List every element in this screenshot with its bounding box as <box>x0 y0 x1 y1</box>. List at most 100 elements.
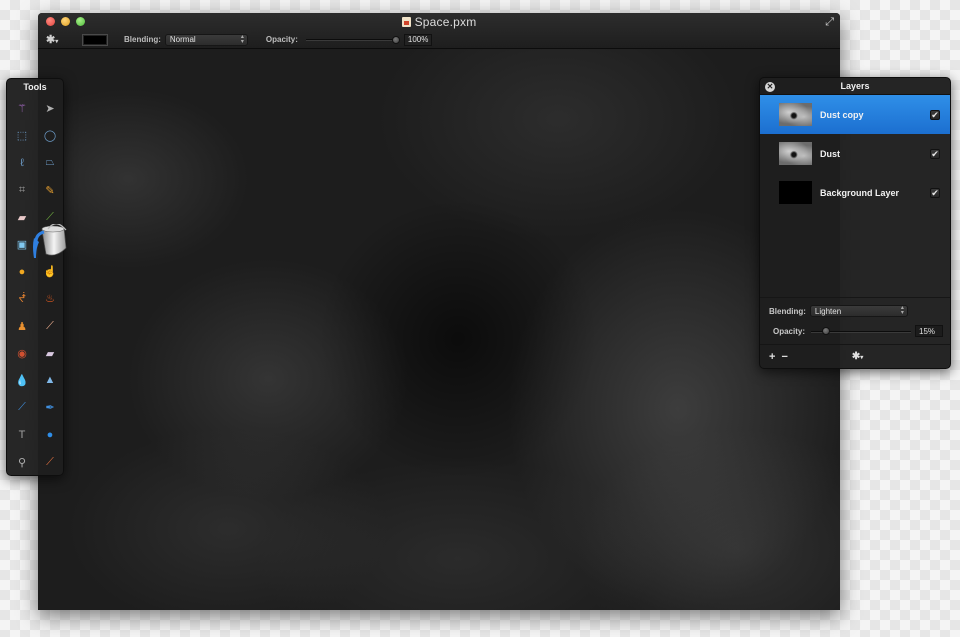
opacity-slider-track <box>305 39 396 40</box>
flame-icon: ♨ <box>45 293 55 306</box>
eyedropper-icon: ⟋ <box>46 455 54 468</box>
freeform-pen-icon: ✒ <box>45 402 55 415</box>
pen-icon: ⟋ <box>18 401 26 414</box>
layer-blending-row: Blending: Lighten ▴ ▾ <box>760 302 950 320</box>
gear-icon: ✱ <box>46 34 56 46</box>
ellipse-select-icon: ◯ <box>43 130 57 143</box>
rect-select-icon: ⬚ <box>16 130 28 143</box>
heal-icon: ⟋ <box>46 319 54 332</box>
red-eye-icon: ◉ <box>17 347 27 360</box>
layer-row[interactable]: Background Layer ✔ <box>760 173 950 212</box>
opacity-label: Opacity: <box>265 35 298 44</box>
layer-name: Dust copy <box>820 109 864 120</box>
gear-menu-button[interactable]: ✱▾ <box>46 33 66 46</box>
opacity-slider-knob[interactable] <box>391 35 400 44</box>
layer-list: Dust copy ✔ Dust ✔ Background Layer ✔ <box>760 95 950 212</box>
tool-button[interactable]: ⌗ <box>8 177 36 204</box>
layer-opacity-slider[interactable] <box>811 325 912 337</box>
layer-visibility-checkbox[interactable]: ✔ <box>930 187 940 198</box>
gear-icon: ✱ <box>851 351 861 362</box>
tool-button[interactable]: ☝ <box>36 258 64 285</box>
layers-panel-header: ✕ Layers <box>760 78 950 95</box>
layer-thumbnail <box>779 103 812 126</box>
opacity-value[interactable]: 100% <box>403 33 432 46</box>
smudge-icon: ● <box>18 265 26 278</box>
tool-button[interactable]: ▲ <box>36 367 64 394</box>
layer-row[interactable]: Dust ✔ <box>760 134 950 173</box>
tool-button[interactable]: ➤ <box>36 95 64 122</box>
tool-button[interactable]: ✎ <box>36 177 64 204</box>
text-icon: T <box>18 428 26 441</box>
tool-button[interactable]: 💧 <box>8 367 36 394</box>
tool-button[interactable]: ♨ <box>36 285 64 312</box>
tool-button[interactable]: ⚚ <box>8 95 36 122</box>
clone-stamp-icon: ♟ <box>17 320 27 333</box>
eraser-icon: ▰ <box>17 211 27 224</box>
pencil-icon: ✎ <box>45 184 55 197</box>
layer-name: Dust <box>820 148 840 159</box>
gradient-icon: ▣ <box>16 239 28 252</box>
blending-value: Normal <box>169 35 196 44</box>
layer-thumbnail <box>779 181 812 204</box>
lasso-icon: ℓ <box>20 156 24 169</box>
add-layer-button[interactable]: + <box>769 351 775 363</box>
layer-opacity-row: Opacity: 15% <box>760 322 950 340</box>
toolbar: ✱▾ Blending: Normal ▴ ▾ Opacity: 100% <box>38 31 840 48</box>
tool-button[interactable]: ⏢ <box>36 149 64 176</box>
crop-icon: ⌗ <box>18 183 26 196</box>
polygon-lasso-icon: ⏢ <box>45 156 55 169</box>
tool-button[interactable]: ✒ <box>36 394 64 421</box>
tool-button[interactable]: ⟋ <box>36 448 64 475</box>
shape-icon: ● <box>46 428 54 441</box>
layer-blending-select[interactable]: Lighten ▴ ▾ <box>809 305 908 317</box>
zoom-icon: ⚲ <box>17 456 27 469</box>
layers-panel-footer: + − ✱▾ <box>760 344 950 368</box>
blending-label: Blending: <box>124 35 161 44</box>
layer-blending-value: Lighten <box>814 306 842 316</box>
brush-icon: ⟋ <box>46 210 54 223</box>
move-icon: ➤ <box>45 103 55 116</box>
window-title: Space.pxm <box>38 15 840 29</box>
layer-properties: Blending: Lighten ▴ ▾ Opacity: 15% + − ✱▾ <box>760 297 950 368</box>
tool-button[interactable]: ▰ <box>36 340 64 367</box>
image-canvas[interactable] <box>38 49 840 610</box>
remove-layer-button[interactable]: − <box>781 351 787 363</box>
tool-button[interactable]: ◯ <box>36 122 64 149</box>
layer-opacity-value[interactable]: 15% <box>915 325 944 337</box>
document-window: Space.pxm ⤢ ✱▾ Blending: Normal ▴ ▾ Opaci… <box>38 13 840 610</box>
magic-wand-icon: ⚚ <box>17 103 27 116</box>
tool-button[interactable]: ● <box>8 258 36 285</box>
blur-icon: 💧 <box>15 374 29 387</box>
opacity-slider[interactable] <box>305 34 400 46</box>
tool-button[interactable]: ℓ <box>8 149 36 176</box>
blending-select[interactable]: Normal ▴ ▾ <box>164 33 248 46</box>
select-arrows-icon: ▴ ▾ <box>240 33 244 45</box>
tool-button[interactable]: ⬚ <box>8 122 36 149</box>
fullscreen-icon[interactable]: ⤢ <box>825 16 834 29</box>
tool-button[interactable]: ⟋ <box>36 313 64 340</box>
bg-eraser-icon: ▰ <box>45 347 55 360</box>
color-swatch[interactable] <box>82 33 108 46</box>
layer-visibility-checkbox[interactable]: ✔ <box>930 109 940 120</box>
layer-opacity-slider-knob[interactable] <box>822 327 831 335</box>
tool-button[interactable]: ᖫ <box>8 285 36 312</box>
title-bar: Space.pxm ⤢ ✱▾ Blending: Normal ▴ ▾ Opaci… <box>38 13 840 49</box>
paint-bucket-cursor-icon <box>33 224 67 258</box>
layer-visibility-checkbox[interactable]: ✔ <box>930 148 940 159</box>
tool-button[interactable]: ♟ <box>8 313 36 340</box>
layer-row[interactable]: Dust copy ✔ <box>760 95 950 134</box>
tool-button[interactable]: ⚲ <box>8 448 36 475</box>
tools-grid: ⚚ ➤ ⬚ ◯ ℓ ⏢ ⌗ ✎ ▰ ⟋ ▣ ● ☝ ᖫ ♨ ♟ ⟋ ◉ ▰ 💧 ▲ ⟋ ✒ T ● ⚲ ⟋ <box>7 95 63 476</box>
document-icon <box>401 17 411 27</box>
layer-name: Background Layer <box>820 187 900 198</box>
layer-actions-button[interactable]: ✱▾ <box>852 351 863 362</box>
select-arrows-icon: ▴ ▾ <box>900 305 904 316</box>
tool-button[interactable]: T <box>8 421 36 448</box>
tools-panel-title: Tools <box>23 82 47 92</box>
layers-panel: ✕ Layers Dust copy ✔ Dust ✔ Background Layer… <box>759 77 951 369</box>
tool-button[interactable]: ● <box>36 421 64 448</box>
layer-blending-label: Blending: <box>769 306 806 316</box>
tool-button[interactable]: ◉ <box>8 340 36 367</box>
tool-button[interactable]: ⟋ <box>8 394 36 421</box>
close-panel-icon[interactable]: ✕ <box>765 82 775 92</box>
